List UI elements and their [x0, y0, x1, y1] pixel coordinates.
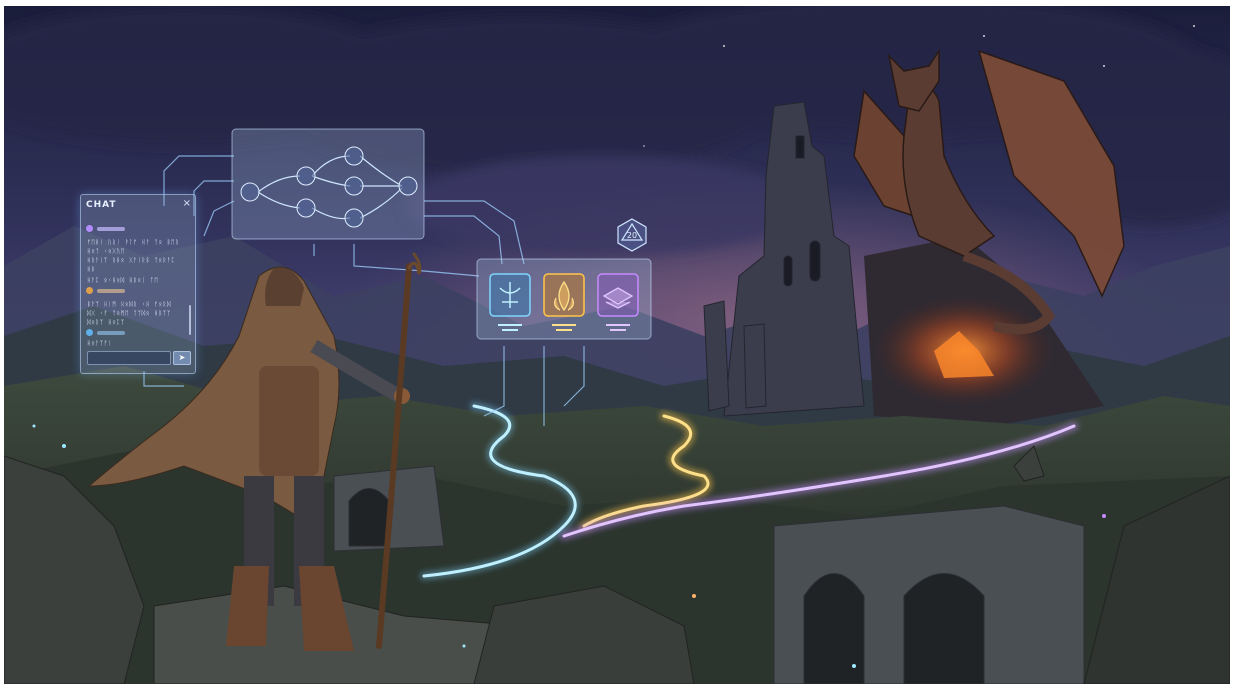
chat-input[interactable] [87, 351, 171, 365]
choice-panel [476, 258, 652, 340]
username-bar [97, 331, 125, 335]
end-node [398, 176, 418, 196]
user-avatar-dot [86, 225, 93, 232]
user-avatar-dot [86, 287, 93, 294]
chat-scrollbar[interactable] [189, 305, 191, 335]
send-icon[interactable]: ➤ [173, 351, 191, 365]
close-icon[interactable]: × [183, 198, 191, 209]
graph-node-e [344, 208, 364, 228]
chat-panel: CHAT × ᚠᛖᚺᛁ ᚢᚱᛁ ᚹᛚᚠ ᚺᚨ ᛏᛟ ᛒᛖᚱ ᚺᛟᛏ ᚲᛟᚷᚢᛖ … [80, 194, 196, 374]
graph-node-c [344, 146, 364, 166]
game-scene: 20 CHAT × ᚠᛖᚺᛁ ᚢᚱᛁ ᚹᛚᚠ ᚺᚨ ᛏᛟ ᛒᛖᚱ ᚺᛟᛏ ᚲᛟᚷ… [4, 6, 1230, 684]
start-node [240, 182, 260, 202]
chat-message-line: ᚺᛒ [87, 266, 96, 273]
chat-message-line: ᛒᚨᛉ ᚺᛁᛗ ᚺᛟᛞᚱ ᚲᚺ ᚠᛟᚱᛞ [87, 301, 172, 308]
chat-message-line: ᚺᚱᚨᛁᛉ ᚱᚺᛟ ᚷᚨᛁᚱᛒ ᛏᛟᚱᚨᛈ [87, 257, 176, 264]
user-avatar-dot [86, 329, 93, 336]
decision-graph-panel [231, 128, 425, 240]
graph-node-d [344, 176, 364, 196]
chat-message-line: ᛞᛟᚱᛉ ᚺᛟᛈᛉ [87, 319, 125, 326]
chat-message-line: ᚠᛖᚺᛁ ᚢᚱᛁ ᚹᛚᚠ ᚺᚨ ᛏᛟ ᛒᛖᚱ [87, 239, 180, 246]
username-bar [97, 289, 125, 293]
chat-message-line: ᚺᛟᚨᛉᚠᛁ [87, 340, 113, 347]
chat-message-line: ᚺᛟᛏ ᚲᛟᚷᚢᛖ [87, 248, 125, 255]
username-bar [97, 227, 125, 231]
chat-message-line: ᛞᚷ ᚲᚠ ᛏᛟᛗᛖ ᛏᛉᛞᛟ ᚺᛒᛉᛉ [87, 310, 172, 317]
dice-label: 20 [627, 231, 637, 240]
chat-message-line: ᚺᚨᛈ ᛟᚲᚺᛟᛞ ᚺᛒᛟᛁ ᛏᛖ [87, 277, 159, 284]
graph-node-b [296, 198, 316, 218]
chat-title: CHAT [86, 200, 117, 210]
graph-node-a [296, 166, 316, 186]
